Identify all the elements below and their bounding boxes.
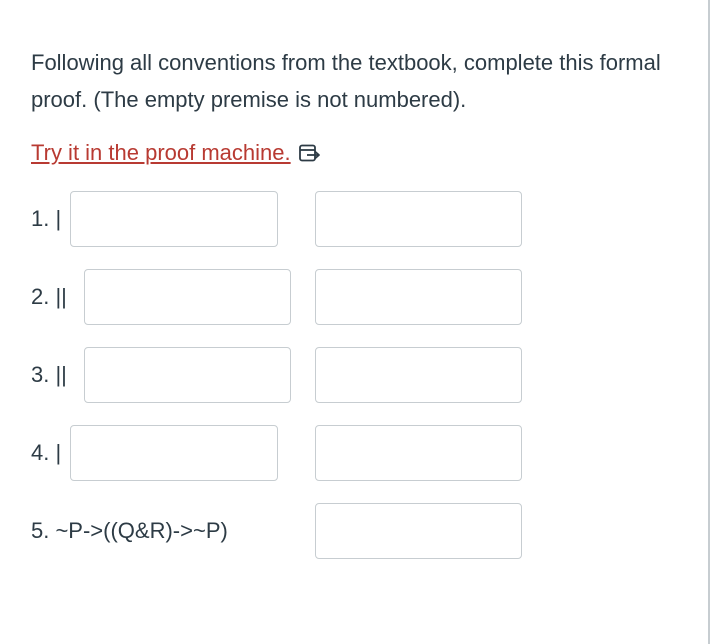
formula-input-4[interactable]: [70, 425, 278, 481]
proof-machine-link[interactable]: Try it in the proof machine.: [31, 140, 291, 166]
proof-machine-link-wrap: Try it in the proof machine.: [31, 137, 321, 169]
proof-line-label: 2. ||: [31, 284, 67, 309]
justification-input-3[interactable]: [315, 347, 522, 403]
justification-input-1[interactable]: [315, 191, 522, 247]
justification-input-2[interactable]: [315, 269, 522, 325]
formula-input-1[interactable]: [70, 191, 278, 247]
formula-input-2[interactable]: [84, 269, 291, 325]
formula-input-3[interactable]: [84, 347, 291, 403]
proof-line-label: 4. |: [31, 440, 62, 465]
external-link-icon[interactable]: [298, 144, 321, 162]
question-instructions: Following all conventions from the textb…: [31, 50, 661, 112]
proof-line-label: 1. |: [31, 206, 62, 231]
proof-conclusion-formula: 5. ~P->((Q&R)->~P): [31, 518, 228, 543]
justification-input-5[interactable]: [315, 503, 522, 559]
proof-line-label: 3. ||: [31, 362, 67, 387]
justification-input-4[interactable]: [315, 425, 522, 481]
